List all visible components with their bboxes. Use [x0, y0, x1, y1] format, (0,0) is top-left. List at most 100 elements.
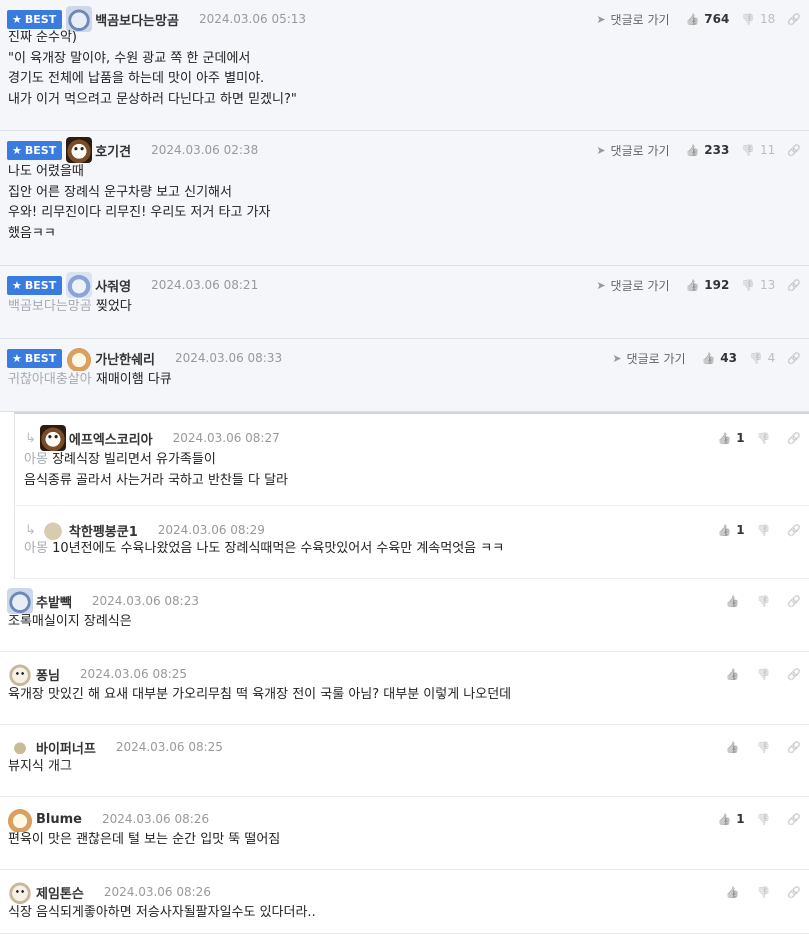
thumbs-down-icon: 👎 [756, 740, 771, 754]
comment-tools: 👍 👎 🔗 [726, 588, 809, 614]
nickname[interactable]: 호기견 [95, 141, 131, 160]
go-to-reply-link[interactable]: ➤ 댓글로 가기 [596, 142, 669, 159]
nickname[interactable]: 추밭빽 [36, 592, 72, 611]
comment-item: 추밭빽 2024.03.06 08:23 👍 👎 🔗 조록매실이지 장례식은 [0, 579, 809, 652]
avatar[interactable] [66, 345, 93, 371]
upvote-button[interactable]: 👍 764 [686, 12, 730, 26]
avatar[interactable] [66, 137, 93, 163]
link-icon[interactable]: 🔗 [787, 432, 801, 445]
comment-date: 2024.03.06 05:13 [198, 12, 307, 26]
avatar[interactable] [7, 806, 33, 832]
comment-line: 내가 이거 먹으려고 문상하러 다닌다고 하면 믿겠니?" [8, 90, 799, 111]
avatar[interactable] [66, 272, 93, 298]
go-to-reply-link[interactable]: ➤ 댓글로 가기 [612, 350, 685, 367]
comment-text: 경기도 전체에 납품을 하는데 맛이 아주 별미야. [8, 71, 265, 86]
nickname[interactable]: 퐁님 [36, 665, 60, 684]
link-icon[interactable]: 🔗 [787, 668, 801, 681]
upvote-count: 233 [704, 143, 730, 157]
downvote-button[interactable]: 👎 18 [741, 12, 775, 26]
mention-nickname[interactable]: 백곰보다는망곰 [8, 299, 92, 314]
downvote-button[interactable]: 👎 [757, 432, 776, 445]
upvote-button[interactable]: 👍 1 [718, 431, 745, 445]
link-icon[interactable]: 🔗 [787, 352, 801, 365]
downvote-button[interactable]: 👎 [757, 524, 776, 537]
link-icon[interactable]: 🔗 [787, 886, 801, 899]
downvote-button[interactable]: 👎 11 [741, 143, 775, 157]
best-badge: ★ BEST [7, 348, 63, 368]
downvote-button[interactable]: 👎 [757, 668, 776, 681]
comment-line: 육개장 맛있긴 해 요새 대부분 가오리무침 떡 육개장 전이 국룰 아님? 대… [8, 685, 799, 706]
thumbs-up-icon: 👍 [717, 431, 732, 445]
upvote-button[interactable]: 👍 1 [718, 812, 745, 826]
downvote-button[interactable]: 👎 4 [749, 351, 775, 365]
upvote-button[interactable]: 👍 192 [686, 278, 730, 292]
go-to-reply-label: 댓글로 가기 [610, 278, 670, 293]
nickname[interactable]: 제임톤슨 [36, 883, 84, 902]
best-label: BEST [24, 143, 57, 157]
nickname[interactable]: 사줘영 [95, 276, 131, 295]
thumbs-up-icon: 👍 [717, 812, 732, 826]
nickname[interactable]: 에프엑스코리아 [69, 429, 153, 448]
upvote-button[interactable]: 👍 [726, 886, 745, 899]
comment-body: 식장 음식되게좋아하면 저승사자될팔자일수도 있다더라.. [8, 903, 799, 924]
comment-body: 아몽 장례식장 빌리면서 유가족들이 음식종류 골라서 사는거라 국하고 반찬들 … [24, 450, 799, 491]
thumbs-down-icon: 👎 [741, 12, 756, 26]
downvote-button[interactable]: 👎 13 [741, 278, 775, 292]
upvote-count: 192 [704, 278, 730, 292]
comment-item: 바이퍼너프 2024.03.06 08:25 👍 👎 🔗 뷰지식 개그 [0, 725, 809, 797]
comment-text: 내가 이거 먹으려고 문상하러 다닌다고 하면 믿겠니?" [8, 91, 297, 107]
nickname[interactable]: 가난한쉐리 [95, 349, 155, 368]
link-icon[interactable]: 🔗 [787, 279, 801, 292]
reply-arrow-icon: ↳ [25, 430, 36, 446]
downvote-button[interactable]: 👎 [757, 595, 776, 608]
go-to-reply-link[interactable]: ➤ 댓글로 가기 [596, 277, 669, 294]
mention-nickname[interactable]: 귀찮아대충살아 [8, 372, 92, 387]
thumbs-up-icon: 👍 [685, 143, 700, 157]
thumbs-down-icon: 👎 [756, 523, 771, 537]
link-icon[interactable]: 🔗 [787, 813, 801, 826]
avatar[interactable] [7, 588, 33, 614]
nickname[interactable]: 착한펭봉쿤1 [69, 521, 138, 540]
mention-nickname[interactable]: 아몽 [24, 452, 48, 467]
avatar[interactable] [39, 425, 66, 451]
comment-text: 10년전에도 수육나왔었음 나도 장례식때먹은 수육맛있어서 수육만 계속먹엇음… [52, 541, 505, 556]
thumbs-up-icon: 👍 [725, 740, 740, 754]
upvote-button[interactable]: 👍 [726, 595, 745, 608]
upvote-button[interactable]: 👍 233 [686, 143, 730, 157]
comment-text: 우와! 리무진이다 리무진! 우리도 저거 타고 가자 [8, 205, 271, 220]
upvote-button[interactable]: 👍 43 [702, 351, 737, 365]
comment-text: "이 육개장 말이야, 수원 광교 쪽 한 군데에서 [8, 50, 251, 66]
link-icon[interactable]: 🔗 [787, 524, 801, 537]
upvote-button[interactable]: 👍 [726, 668, 745, 681]
comment-header: 퐁님 2024.03.06 08:25 [0, 661, 809, 687]
comment-line: 귀찮아대충살아 재매이햄 다큐 [8, 370, 799, 391]
comment-body: 아몽 10년전에도 수육나왔었음 나도 장례식때먹은 수육맛있어서 수육만 계속… [24, 539, 799, 560]
link-icon[interactable]: 🔗 [787, 144, 801, 157]
upvote-button[interactable]: 👍 1 [718, 523, 745, 537]
comment-line: 경기도 전체에 납품을 하는데 맛이 아주 별미야. [8, 69, 799, 90]
comment-item: Blume 2024.03.06 08:26 👍 1 👎 🔗 편육이 맛은 괜찮은데 털 보… [0, 797, 809, 870]
comment-body: 편육이 맛은 괜찮은데 털 보는 순간 입맛 뚝 떨어짐 [8, 830, 799, 851]
downvote-button[interactable]: 👎 [757, 813, 776, 826]
comment-date: 2024.03.06 08:26 [101, 812, 210, 826]
downvote-button[interactable]: 👎 [757, 741, 776, 754]
comment-text: 재매이햄 다큐 [95, 372, 172, 387]
comment-line: 편육이 맛은 괜찮은데 털 보는 순간 입맛 뚝 떨어짐 [8, 830, 799, 851]
link-icon[interactable]: 🔗 [787, 595, 801, 608]
downvote-button[interactable]: 👎 [757, 886, 776, 899]
upvote-button[interactable]: 👍 [726, 741, 745, 754]
mention-nickname[interactable]: 아몽 [24, 541, 48, 556]
avatar[interactable] [7, 661, 33, 687]
nickname[interactable]: 바이퍼너프 [36, 738, 96, 757]
avatar[interactable] [7, 879, 33, 905]
thumbs-down-icon: 👎 [741, 278, 756, 292]
comment-date: 2024.03.06 08:23 [91, 594, 199, 608]
nickname[interactable]: 백곰보다는망곰 [95, 10, 179, 29]
link-icon[interactable]: 🔗 [787, 13, 801, 26]
thumbs-down-icon: 👎 [756, 431, 771, 445]
link-icon[interactable]: 🔗 [787, 741, 801, 754]
comment-line: 아몽 장례식장 빌리면서 유가족들이 [24, 450, 799, 471]
go-to-reply-link[interactable]: ➤ 댓글로 가기 [596, 11, 669, 28]
nickname[interactable]: Blume [36, 812, 82, 827]
thumbs-down-icon: 👎 [748, 351, 763, 365]
